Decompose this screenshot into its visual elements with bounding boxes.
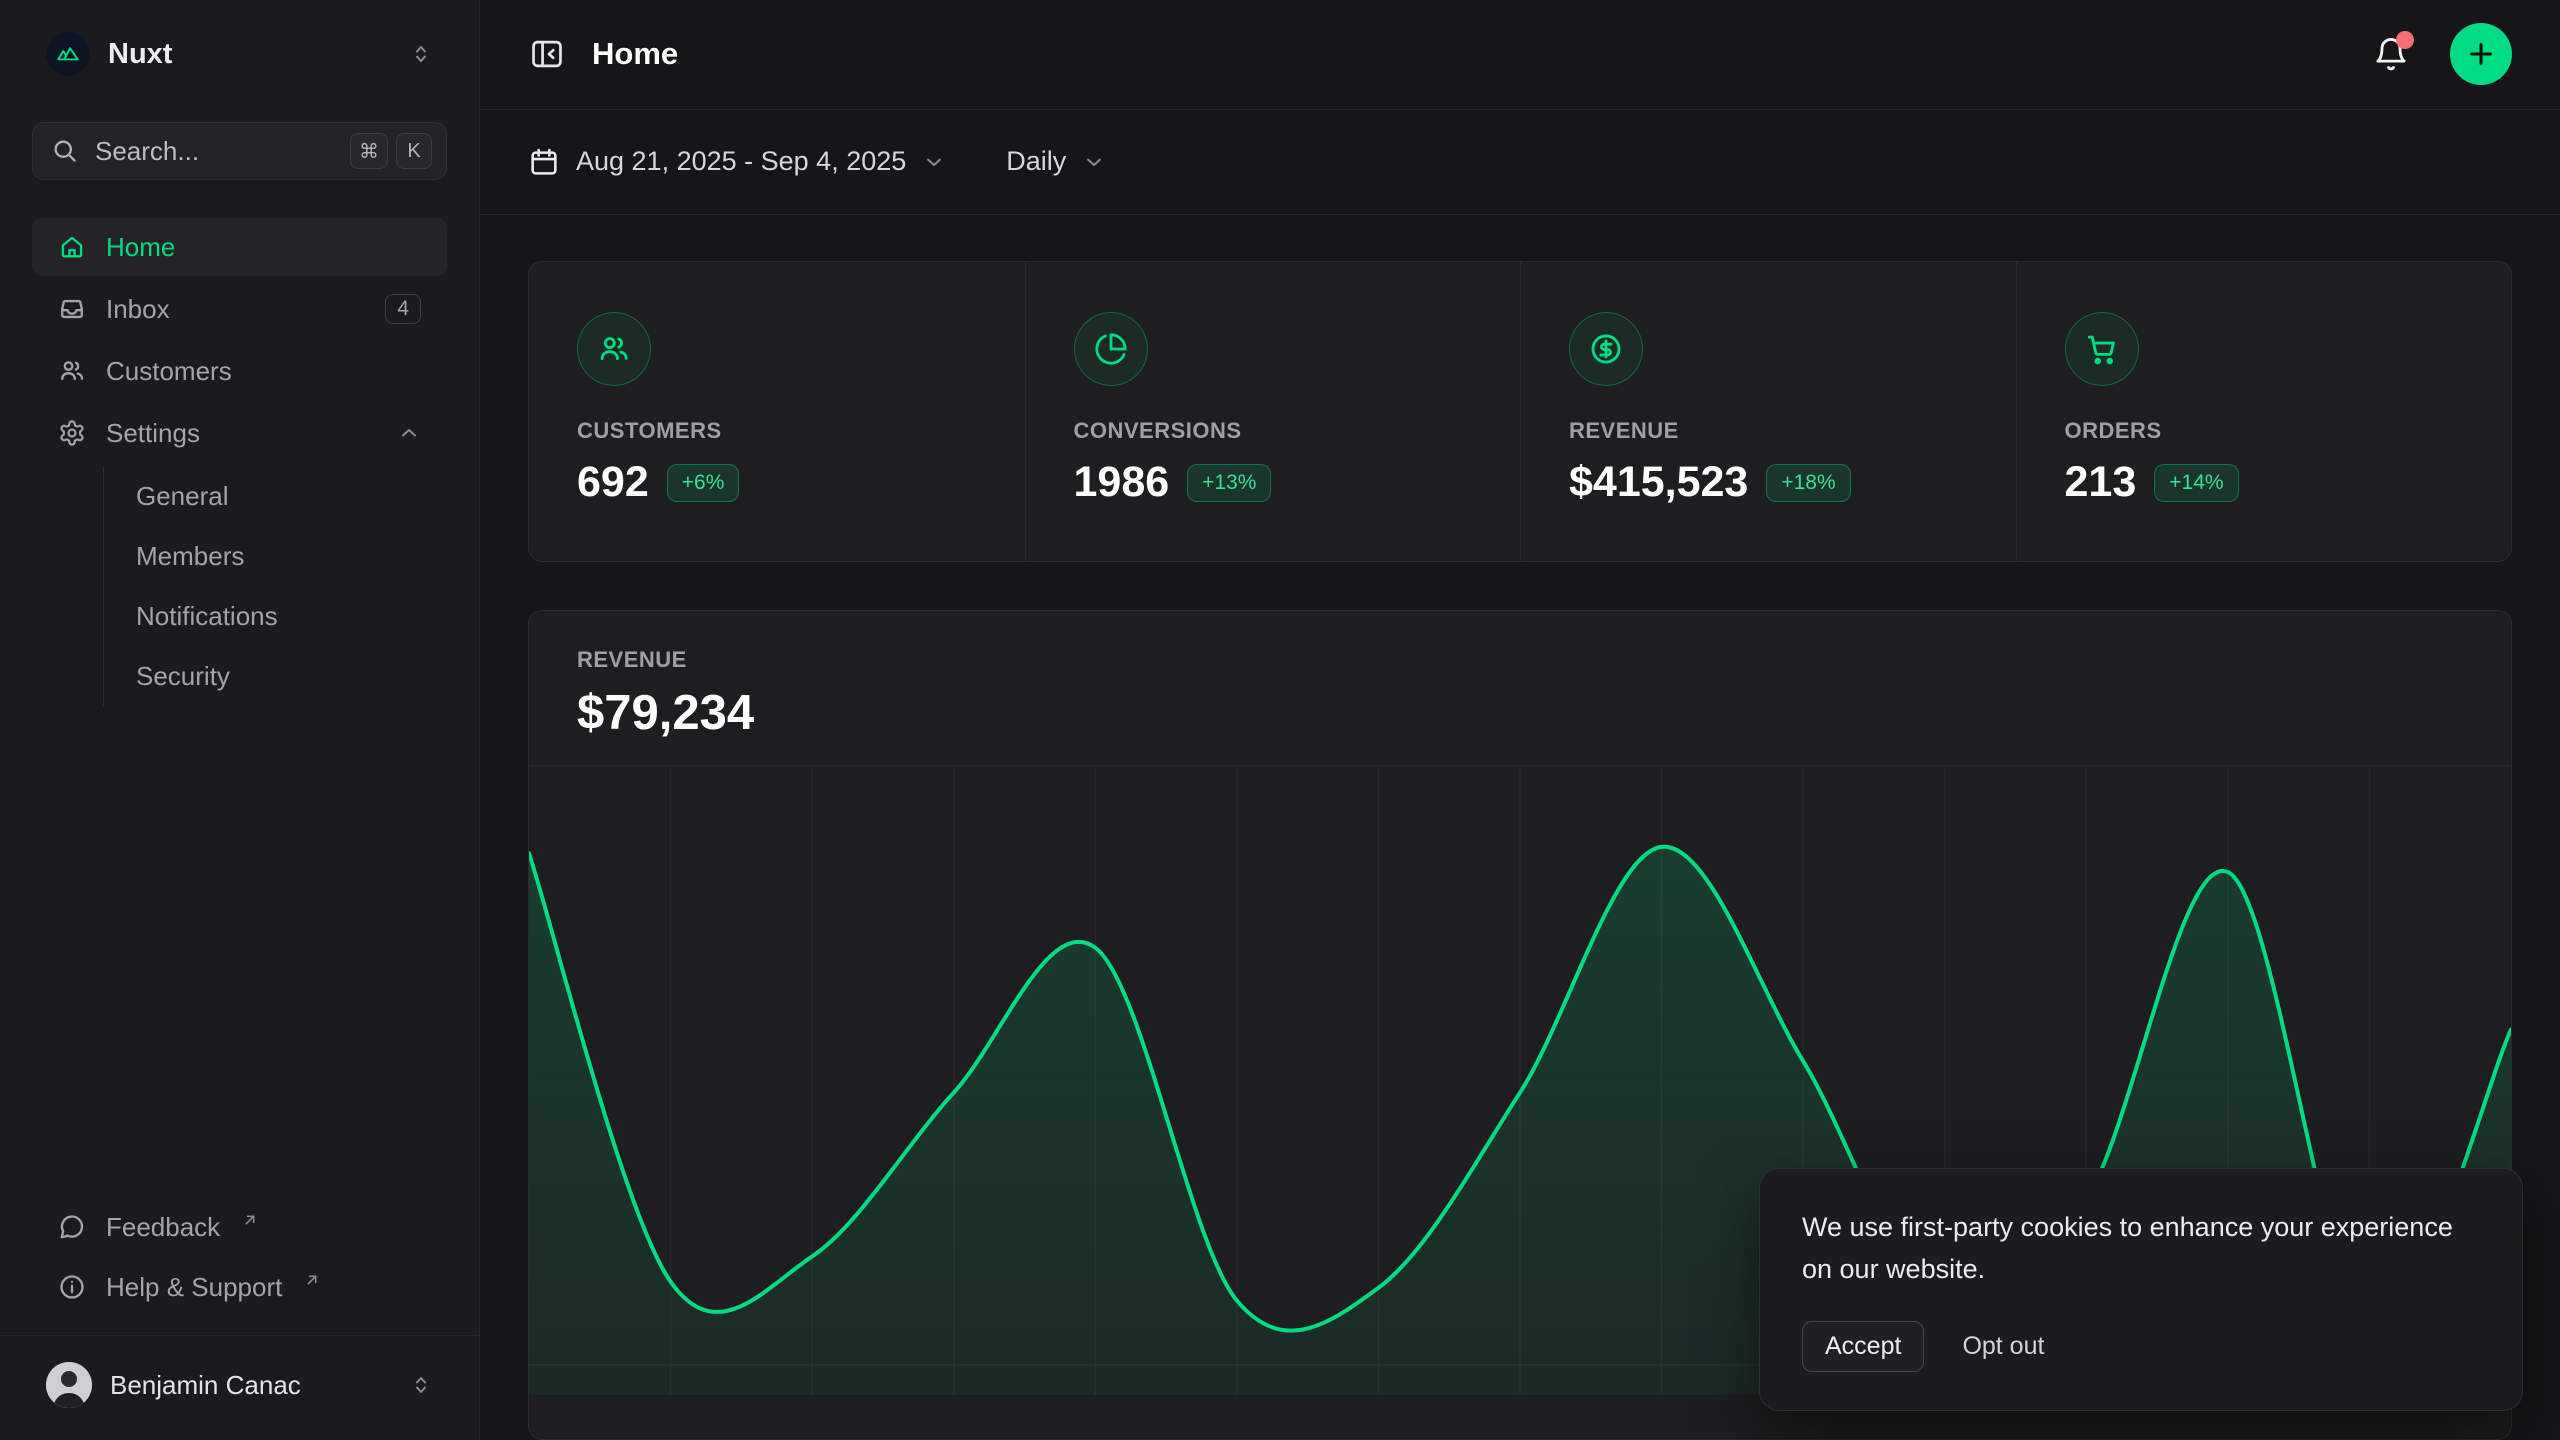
chevrons-up-down-icon xyxy=(409,1373,433,1397)
stat-delta-badge: +13% xyxy=(1187,464,1271,502)
pie-chart-icon xyxy=(1074,312,1148,386)
chat-bubble-icon xyxy=(58,1213,86,1241)
external-link-icon xyxy=(304,1272,320,1288)
stat-label: ORDERS xyxy=(2065,418,2464,444)
kbd-cmd: ⌘ xyxy=(350,133,388,169)
stat-label: CONVERSIONS xyxy=(1074,418,1473,444)
users-icon xyxy=(577,312,651,386)
sidebar: Nuxt Search... ⌘ K Home xyxy=(0,0,480,1440)
calendar-icon xyxy=(528,146,560,178)
stat-label: CUSTOMERS xyxy=(577,418,977,444)
chevrons-up-down-icon xyxy=(409,42,433,66)
avatar xyxy=(46,1362,92,1408)
filter-bar: Aug 21, 2025 - Sep 4, 2025 Daily xyxy=(480,110,2560,215)
help-support-label: Help & Support xyxy=(106,1272,282,1303)
nuxt-logo-icon xyxy=(46,32,90,76)
sidebar-item-settings[interactable]: Settings xyxy=(32,404,447,462)
granularity-value: Daily xyxy=(1006,146,1066,177)
feedback-label: Feedback xyxy=(106,1212,220,1243)
shopping-cart-icon xyxy=(2065,312,2139,386)
sidebar-item-customers[interactable]: Customers xyxy=(32,342,447,400)
granularity-select[interactable]: Daily xyxy=(1006,146,1106,177)
stat-delta-badge: +14% xyxy=(2154,464,2238,502)
external-link-icon xyxy=(242,1212,258,1228)
sidebar-item-inbox[interactable]: Inbox 4 xyxy=(32,280,447,338)
sidebar-footer: Feedback Help & Support xyxy=(32,1197,447,1424)
search-shortcut: ⌘ K xyxy=(350,133,432,169)
date-range-value: Aug 21, 2025 - Sep 4, 2025 xyxy=(576,146,906,177)
cookie-message: We use first-party cookies to enhance yo… xyxy=(1802,1207,2480,1291)
stat-delta-badge: +18% xyxy=(1766,464,1850,502)
sidebar-item-home[interactable]: Home xyxy=(32,218,447,276)
sidebar-item-members[interactable]: Members xyxy=(136,526,447,586)
top-bar: Home xyxy=(480,0,2560,110)
kbd-k: K xyxy=(396,133,432,169)
revenue-chart-total: $79,234 xyxy=(577,685,2463,741)
dollar-circle-icon xyxy=(1569,312,1643,386)
date-range-picker[interactable]: Aug 21, 2025 - Sep 4, 2025 xyxy=(528,146,946,178)
sidebar-nav: Home Inbox 4 Customers Sett xyxy=(32,218,447,710)
stat-value: 692 xyxy=(577,458,649,507)
feedback-link[interactable]: Feedback xyxy=(32,1197,447,1257)
search-icon xyxy=(51,137,79,165)
stat-customers[interactable]: CUSTOMERS 692 +6% xyxy=(529,262,1025,561)
stat-value: 1986 xyxy=(1074,458,1170,507)
users-icon xyxy=(58,357,86,385)
accept-cookies-button[interactable]: Accept xyxy=(1802,1321,1924,1372)
sidebar-item-label: Home xyxy=(106,232,175,263)
cookie-banner: We use first-party cookies to enhance yo… xyxy=(1759,1168,2523,1411)
revenue-chart-label: REVENUE xyxy=(577,647,2463,673)
stat-value: $415,523 xyxy=(1569,458,1748,507)
inbox-icon xyxy=(58,295,86,323)
user-name: Benjamin Canac xyxy=(110,1370,391,1401)
help-support-link[interactable]: Help & Support xyxy=(32,1257,447,1317)
notifications-button[interactable] xyxy=(2372,35,2410,73)
search-input[interactable]: Search... ⌘ K xyxy=(32,122,447,180)
plus-icon xyxy=(2465,38,2497,70)
stat-conversions[interactable]: CONVERSIONS 1986 +13% xyxy=(1025,262,1521,561)
inbox-count-badge: 4 xyxy=(385,294,421,324)
chevron-up-icon xyxy=(397,421,421,445)
optout-cookies-button[interactable]: Opt out xyxy=(1962,1332,2044,1361)
stats-card: CUSTOMERS 692 +6% CONVERSIONS 1986 +13% xyxy=(528,261,2512,562)
add-button[interactable] xyxy=(2450,23,2512,85)
sidebar-item-label: Customers xyxy=(106,356,232,387)
search-placeholder: Search... xyxy=(95,136,334,167)
gear-icon xyxy=(58,419,86,447)
page-title: Home xyxy=(592,36,678,72)
info-circle-icon xyxy=(58,1273,86,1301)
workspace-switcher[interactable]: Nuxt xyxy=(32,26,447,82)
stat-value: 213 xyxy=(2065,458,2137,507)
sidebar-item-security[interactable]: Security xyxy=(136,646,447,706)
notification-dot xyxy=(2396,31,2414,49)
sidebar-item-general[interactable]: General xyxy=(136,466,447,526)
sidebar-item-notifications[interactable]: Notifications xyxy=(136,586,447,646)
chevron-down-icon xyxy=(1082,150,1106,174)
stat-label: REVENUE xyxy=(1569,418,1968,444)
stat-delta-badge: +6% xyxy=(667,464,740,502)
collapse-sidebar-icon[interactable] xyxy=(528,35,566,73)
stat-orders[interactable]: ORDERS 213 +14% xyxy=(2016,262,2512,561)
sidebar-item-label: Settings xyxy=(106,418,200,449)
chevron-down-icon xyxy=(922,150,946,174)
app-root: Nuxt Search... ⌘ K Home xyxy=(0,0,2560,1440)
stat-revenue[interactable]: REVENUE $415,523 +18% xyxy=(1520,262,2016,561)
workspace-name: Nuxt xyxy=(108,38,391,71)
sidebar-item-label: Inbox xyxy=(106,294,170,325)
user-menu[interactable]: Benjamin Canac xyxy=(32,1354,447,1416)
user-section: Benjamin Canac xyxy=(0,1335,479,1424)
settings-sub-list: General Members Notifications Security xyxy=(103,466,447,706)
home-icon xyxy=(58,233,86,261)
